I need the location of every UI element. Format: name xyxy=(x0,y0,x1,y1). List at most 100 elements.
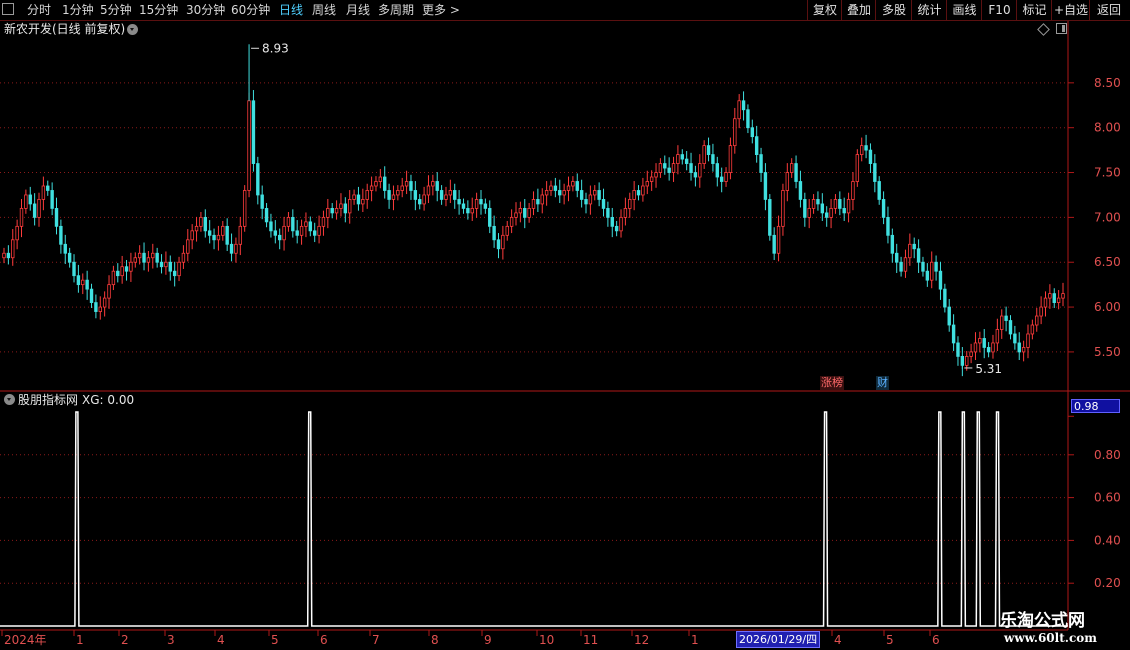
badge-zhangbang[interactable]: 涨榜 xyxy=(820,376,844,390)
candle-body xyxy=(903,257,908,272)
candle-body xyxy=(610,216,614,227)
candle-body xyxy=(588,194,593,205)
panel-toggle-icon[interactable] xyxy=(1056,23,1067,34)
candle-body xyxy=(37,199,41,218)
watermark-title: 乐淘公式网 xyxy=(1000,611,1085,631)
candle-body xyxy=(571,181,575,187)
candle-body xyxy=(59,225,63,245)
candle-body xyxy=(803,199,807,218)
candle-body xyxy=(754,136,759,155)
indicator-dropdown-icon[interactable] xyxy=(4,394,15,405)
candle-body xyxy=(741,100,746,111)
candle-body xyxy=(124,266,129,272)
candle-body xyxy=(41,185,46,200)
candle-body xyxy=(864,145,868,151)
candle-body xyxy=(715,163,719,178)
candle-body xyxy=(566,185,571,191)
candle-body xyxy=(759,154,763,173)
candle-body xyxy=(164,261,168,268)
candle-body xyxy=(641,185,645,196)
candle-body xyxy=(846,199,851,214)
candle-body xyxy=(11,239,15,259)
x-label: 12 xyxy=(634,633,649,647)
x-label: 1 xyxy=(691,633,699,647)
candle-body xyxy=(698,163,702,178)
candle-body xyxy=(216,234,221,241)
candle-body xyxy=(676,154,680,164)
candle-body xyxy=(540,194,544,205)
candle-body xyxy=(242,190,247,227)
candle-body xyxy=(908,243,912,259)
candle-body xyxy=(514,212,518,218)
candle-body xyxy=(1008,320,1013,335)
candle-body xyxy=(768,199,772,236)
candle-body xyxy=(159,261,164,268)
candle-body xyxy=(194,225,199,232)
candle-body xyxy=(978,338,982,344)
candle-body xyxy=(435,181,439,191)
candle-body xyxy=(46,185,50,191)
candle-body xyxy=(98,306,102,312)
candle-body xyxy=(829,208,833,218)
candle-body xyxy=(553,185,558,191)
candle-body xyxy=(658,163,663,173)
candle-body xyxy=(308,221,313,232)
candle-body xyxy=(916,248,921,263)
candle-body xyxy=(501,234,505,250)
candle-body xyxy=(579,190,584,200)
x-label: 5 xyxy=(271,633,279,647)
candle-body xyxy=(912,243,916,250)
indicator-current-value: 0.98 xyxy=(1071,399,1120,413)
candle-body xyxy=(2,252,6,259)
candle-body xyxy=(706,145,711,155)
candle-body xyxy=(811,199,816,209)
candle-body xyxy=(312,230,317,236)
x-label: 4 xyxy=(217,633,225,647)
candle-body xyxy=(356,194,361,205)
candle-body xyxy=(120,266,124,277)
indicator-name: 股朋指标网 xyxy=(18,393,79,407)
candle-body xyxy=(693,172,698,178)
ind-y-label: 0.20 xyxy=(1094,576,1121,590)
candle-body xyxy=(991,342,995,353)
candle-body xyxy=(63,243,67,254)
candle-body xyxy=(282,225,286,241)
candle-body xyxy=(728,145,733,173)
candle-body xyxy=(321,216,326,227)
candle-body xyxy=(186,239,190,254)
candle-body xyxy=(636,190,641,196)
candle-body xyxy=(146,257,151,263)
candle-body xyxy=(343,203,348,214)
candle-body xyxy=(995,329,1000,344)
candle-body xyxy=(181,252,186,263)
badge-cai[interactable]: 财 xyxy=(876,376,889,390)
title-dropdown-icon[interactable] xyxy=(127,24,138,35)
candle-body xyxy=(1061,293,1065,299)
candle-body xyxy=(645,181,649,187)
chart-canvas: 8.50 8.00 7.50 7.00 6.50 6.00 5.50 8.93 5.31 0.80… xyxy=(0,21,1130,647)
candle-body xyxy=(549,185,553,191)
candle-body xyxy=(1056,297,1061,303)
candle-body xyxy=(1048,293,1052,299)
candle-body xyxy=(81,279,85,286)
candle-body xyxy=(234,243,238,254)
candle-body xyxy=(663,163,667,169)
candle-body xyxy=(102,297,107,308)
ind-y-label: 0.80 xyxy=(1094,448,1121,462)
candle-body xyxy=(466,208,470,214)
candle-body xyxy=(606,208,610,218)
candle-body xyxy=(199,216,203,227)
candle-body xyxy=(724,172,728,182)
candle-body xyxy=(943,288,947,308)
candle-body xyxy=(339,203,343,209)
candle-body xyxy=(1004,315,1008,321)
candle-body xyxy=(1021,347,1026,353)
candle-body xyxy=(1017,342,1021,353)
candle-body xyxy=(523,208,527,218)
candle-body xyxy=(965,356,969,366)
candle-body xyxy=(684,158,689,164)
candle-body xyxy=(772,234,776,254)
candle-body xyxy=(28,194,32,205)
x-label: 3 xyxy=(167,633,175,647)
x-label: 6 xyxy=(320,633,328,647)
